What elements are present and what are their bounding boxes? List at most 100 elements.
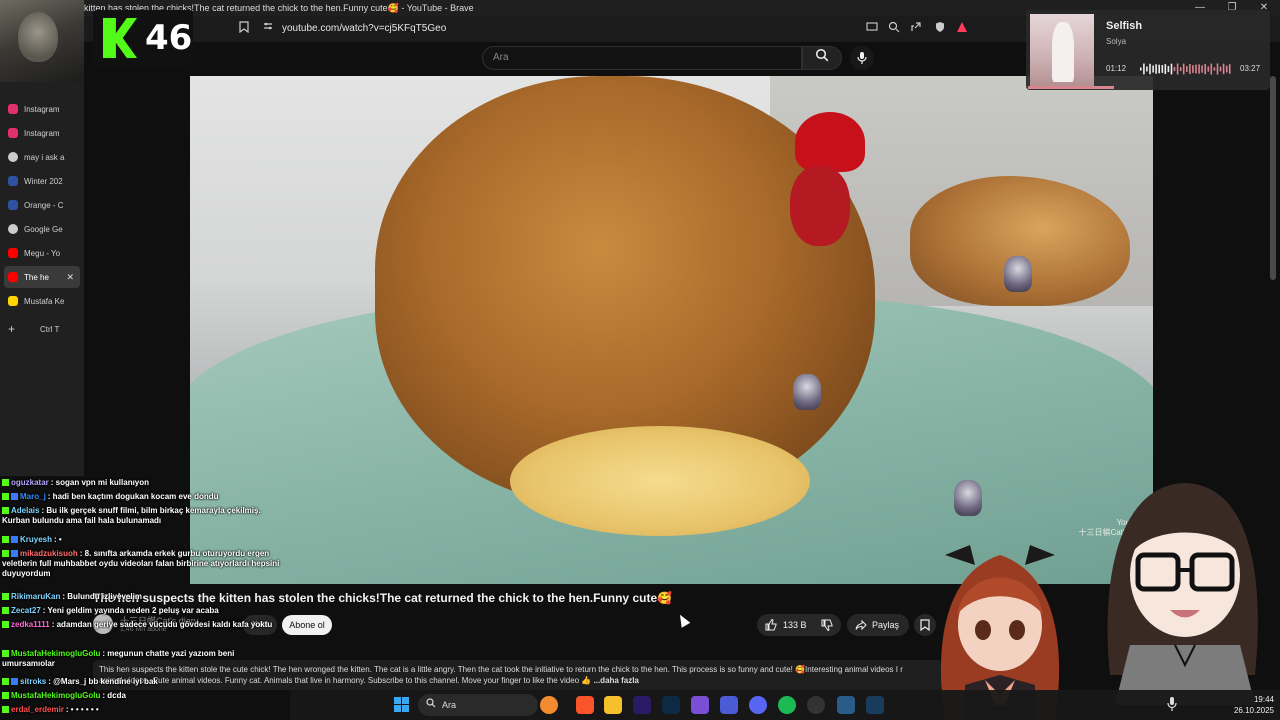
- waveform-bar: [1149, 63, 1151, 75]
- zoom-icon[interactable]: [886, 21, 902, 37]
- sidebar-tab-youtube-active[interactable]: The he ✕: [4, 266, 80, 288]
- sidebar-tab-kick[interactable]: Mustafa Ke: [4, 290, 80, 312]
- taskbar-search-icon: [426, 698, 436, 711]
- windows-taskbar: Ara 19:44 26.10.2025: [290, 690, 1280, 720]
- close-tab-icon[interactable]: ✕: [66, 272, 74, 283]
- chat-username: erdal_erdemir: [11, 705, 64, 714]
- system-clock[interactable]: 19:44 26.10.2025: [1212, 694, 1274, 716]
- dislike-button[interactable]: [813, 614, 841, 636]
- voice-search-button[interactable]: [850, 46, 874, 70]
- mal-icon: [8, 176, 18, 186]
- waveform-bar: [1164, 64, 1167, 74]
- chat-message-text: : Bu ilk gerçek snuff filmi, bilm birkaç…: [2, 506, 261, 525]
- chat-message-text: : Bulundu izliyevelim: [62, 592, 142, 601]
- show-more-link[interactable]: ...daha fazla: [594, 676, 639, 685]
- chat-badge-icon: [2, 692, 9, 699]
- clock-time: 19:44: [1253, 695, 1274, 704]
- search-icon: [815, 48, 829, 62]
- microphone-tray-icon[interactable]: [1166, 696, 1180, 714]
- waveform-bar: [1152, 65, 1154, 73]
- waveform-bar: [1176, 63, 1179, 75]
- site-settings-icon[interactable]: [260, 21, 276, 37]
- sidebar-tab-instagram-2[interactable]: Instagram: [4, 122, 80, 144]
- brave-shields-icon[interactable]: [932, 21, 948, 37]
- obs-icon[interactable]: [807, 696, 825, 714]
- video-player[interactable]: YouTube 十三日帺Cat's diary: [190, 76, 1153, 584]
- waveform-bar: [1140, 67, 1142, 71]
- chibi-sticker: [954, 480, 982, 516]
- waveform-bar: [1225, 65, 1228, 73]
- sidebar-tab-chatgpt[interactable]: may i ask a: [4, 146, 80, 168]
- share-page-icon[interactable]: [908, 21, 924, 37]
- chat-badge-icon: [2, 479, 9, 486]
- proton-vpn-icon[interactable]: [720, 696, 738, 714]
- chat-badge-icon: [2, 593, 9, 600]
- webcam-person: [18, 12, 58, 62]
- chat-message-text: : hadi ben kaçtım dogukan kocam eve dond…: [47, 492, 219, 501]
- counter-number: 46: [145, 18, 193, 58]
- spotify-icon[interactable]: [778, 696, 796, 714]
- instagram-icon: [8, 104, 18, 114]
- waveform-bar: [1216, 63, 1219, 75]
- waveform-bar: [1207, 66, 1210, 72]
- cast-icon[interactable]: [864, 21, 880, 37]
- chat-badge-icon: [2, 507, 9, 514]
- search-button[interactable]: [802, 46, 842, 70]
- plus-icon: +: [8, 322, 16, 336]
- video-chicks: [510, 426, 810, 536]
- chat-username: Zecat27: [11, 606, 41, 615]
- microphone-icon: [857, 52, 867, 64]
- waveform-bar: [1195, 64, 1197, 74]
- chat-message-text: : • • • • • •: [65, 705, 99, 714]
- chat-message-text: : @Mars_j bb kendine iyi bak: [48, 677, 158, 686]
- tab-sidebar: Instagram Instagram may i ask a Winter 2…: [0, 16, 84, 476]
- chat-message: erdal_erdemir: • • • • • •: [2, 705, 286, 715]
- youtube-search-input[interactable]: Ara: [482, 46, 802, 70]
- bookmark-icon[interactable]: [236, 21, 252, 37]
- chat-badge-icon: [2, 650, 9, 657]
- windows-start-button[interactable]: [394, 697, 410, 713]
- chat-username: Adelais: [11, 506, 40, 515]
- steam-icon[interactable]: [866, 696, 884, 714]
- share-button[interactable]: Paylaş: [847, 614, 909, 636]
- song-progress-bar: [1028, 86, 1114, 89]
- page-scrollbar[interactable]: [1270, 76, 1276, 280]
- app-icon[interactable]: [837, 696, 855, 714]
- address-bar[interactable]: youtube.com/watch?v=cj5KFqT5Geo: [282, 20, 862, 38]
- taskbar-search-input[interactable]: Ara: [418, 694, 538, 716]
- like-button[interactable]: 133 B: [757, 614, 813, 636]
- file-explorer-icon[interactable]: [604, 696, 622, 714]
- sidebar-tab-mal-orange[interactable]: Orange - C: [4, 194, 80, 216]
- brave-browser-icon[interactable]: [576, 696, 594, 714]
- sidebar-tab-instagram-1[interactable]: Instagram: [4, 98, 80, 120]
- stream-chat-overlay: oguzkatar: sogan vpn mi kullanıyon Maro_j…: [0, 476, 290, 720]
- premiere-pro-icon[interactable]: [633, 696, 651, 714]
- brave-rewards-icon[interactable]: [954, 21, 970, 37]
- webcam-feed: [0, 0, 84, 82]
- vtuber-avatar-glasses: [1107, 483, 1258, 705]
- waveform-bar: [1143, 63, 1145, 75]
- sidebar-tab-gemini[interactable]: Google Ge: [4, 218, 80, 240]
- chat-username: MustafaHekimogluGolu: [11, 649, 101, 658]
- sidebar-tab-youtube-megu[interactable]: Megu - Yo: [4, 242, 80, 264]
- chat-message: MustafaHekimogluGolu: megunun chatte yaz…: [2, 649, 286, 669]
- waveform-bar: [1186, 66, 1188, 72]
- sidebar-tab-label: The he: [24, 272, 49, 282]
- new-tab-button[interactable]: + Ctrl T: [4, 318, 80, 340]
- kick-icon: [8, 296, 18, 306]
- sidebar-tab-label: Orange - C: [24, 200, 64, 210]
- chat-badge-icon: [11, 678, 18, 685]
- chat-badge-icon: [2, 607, 9, 614]
- waveform-bar: [1201, 65, 1203, 73]
- sidebar-tab-mal-winter[interactable]: Winter 202: [4, 170, 80, 192]
- pet-app-icon[interactable]: [540, 696, 558, 714]
- app-icon[interactable]: [691, 696, 709, 714]
- waveform-bar: [1213, 67, 1216, 71]
- discord-icon[interactable]: [749, 696, 767, 714]
- chat-username: oguzkatar: [11, 478, 49, 487]
- thumbs-down-icon: [821, 619, 833, 632]
- video-hen-face: [790, 166, 850, 246]
- chat-badge-icon: [11, 493, 18, 500]
- share-label: Paylaş: [872, 620, 900, 630]
- photoshop-icon[interactable]: [662, 696, 680, 714]
